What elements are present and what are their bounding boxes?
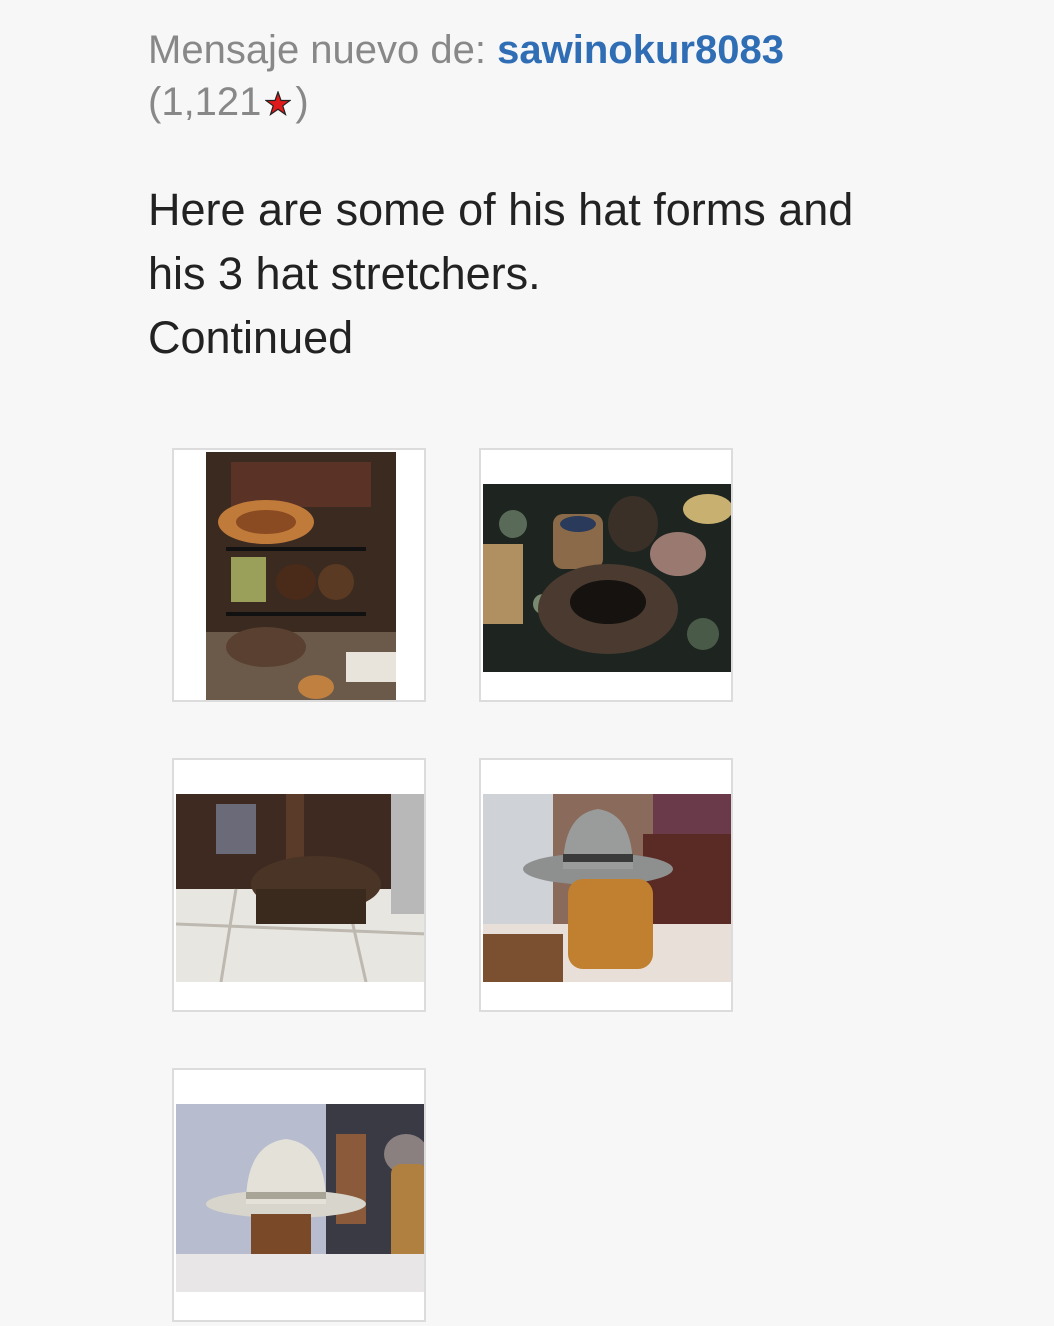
attachment-thumbnail[interactable] bbox=[172, 448, 426, 702]
message-body: Here are some of his hat forms and his 3… bbox=[148, 178, 1008, 370]
attachment-thumbnail[interactable] bbox=[479, 758, 733, 1012]
header-prefix: Mensaje nuevo de: bbox=[148, 28, 498, 72]
attachment-thumbnail[interactable] bbox=[172, 1068, 426, 1322]
photo-hat-rack-shelf-icon bbox=[206, 452, 396, 700]
attachment-thumbnail[interactable] bbox=[479, 448, 733, 702]
body-line: his 3 hat stretchers. bbox=[148, 248, 541, 299]
score-close: ) bbox=[295, 80, 309, 124]
username-link[interactable]: sawinokur8083 bbox=[497, 28, 784, 72]
message-header: Mensaje nuevo de: sawinokur8083 (1,121) bbox=[148, 24, 1008, 130]
score-open: (1,121 bbox=[148, 80, 262, 124]
star-icon bbox=[264, 78, 293, 130]
photo-gray-hat-on-block-icon bbox=[483, 794, 731, 982]
body-line: Here are some of his hat forms and bbox=[148, 184, 854, 235]
body-line: Continued bbox=[148, 312, 354, 363]
photo-white-hat-on-stand-icon bbox=[176, 1104, 424, 1292]
attachment-thumbnail[interactable] bbox=[172, 758, 426, 1012]
photo-hat-forms-on-rug-icon bbox=[483, 484, 731, 672]
photo-hat-stretcher-on-tile-icon bbox=[176, 794, 424, 982]
